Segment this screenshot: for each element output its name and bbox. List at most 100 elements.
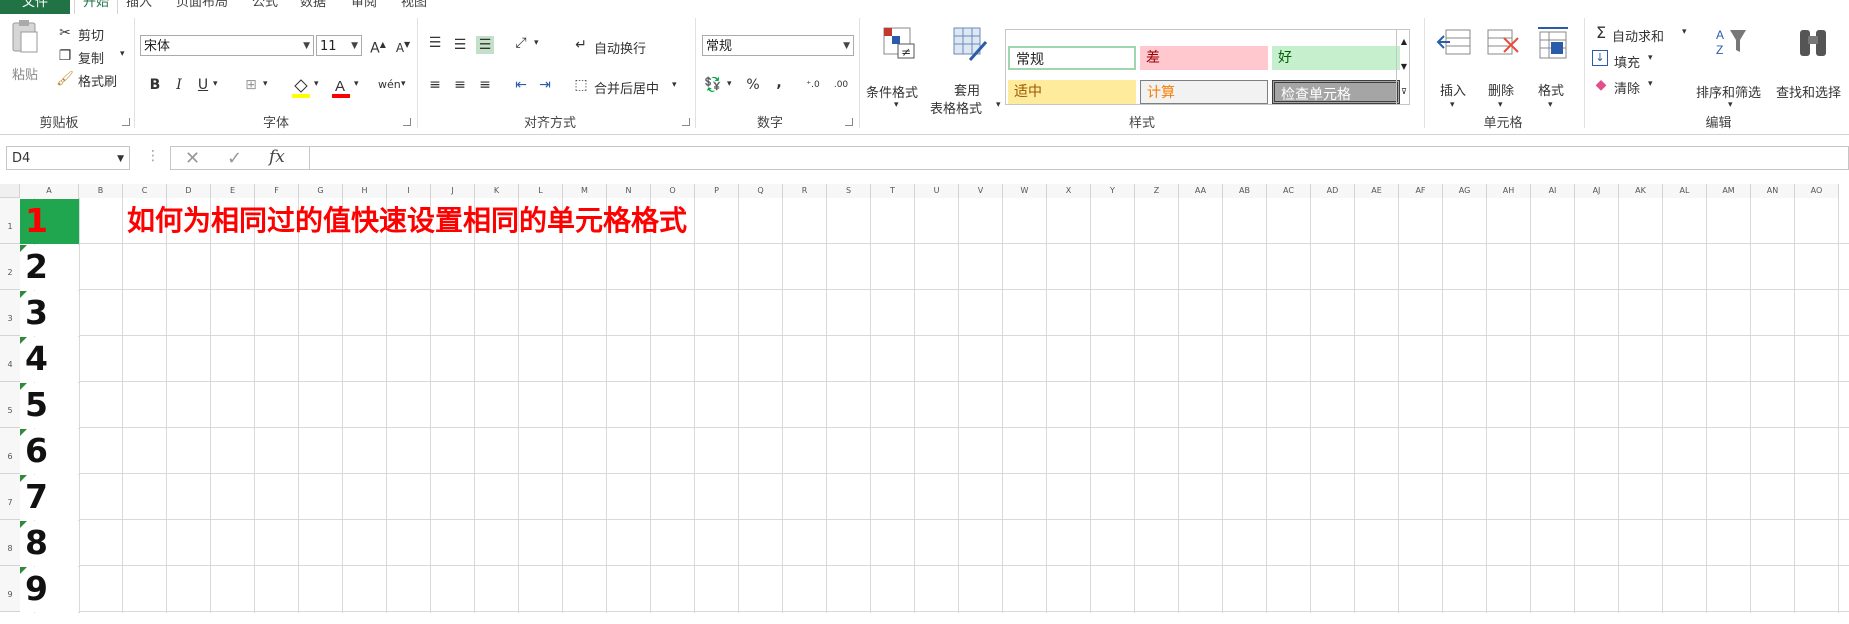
cell-a8[interactable]: 8 bbox=[20, 521, 79, 566]
tab-data[interactable]: 数据 bbox=[292, 0, 334, 14]
row-header-5[interactable]: 5 bbox=[0, 382, 20, 428]
insert-cells-button[interactable]: 插入 ▾ bbox=[1432, 26, 1476, 110]
column-header-ao[interactable]: AO bbox=[1795, 184, 1839, 198]
alignment-launcher-icon[interactable] bbox=[682, 118, 690, 126]
font-size-combo[interactable]: 11 ▼ bbox=[316, 35, 362, 56]
fill-color-icon[interactable] bbox=[290, 76, 312, 98]
column-header-p[interactable]: P bbox=[695, 184, 739, 198]
name-box[interactable]: D4 ▼ bbox=[6, 146, 130, 170]
tab-formulas[interactable]: 公式 bbox=[244, 0, 286, 14]
orientation-icon[interactable]: ⤢ bbox=[512, 34, 530, 52]
insert-function-button[interactable]: fx bbox=[269, 147, 285, 167]
column-header-v[interactable]: V bbox=[959, 184, 1003, 198]
chevron-down-icon[interactable]: ▾ bbox=[401, 79, 406, 89]
copy-button[interactable]: ❐ 复制 ▾ bbox=[56, 47, 126, 67]
column-header-d[interactable]: D bbox=[167, 184, 211, 198]
column-header-al[interactable]: AL bbox=[1663, 184, 1707, 198]
column-header-q[interactable]: Q bbox=[739, 184, 783, 198]
cell-a2[interactable]: 2 bbox=[20, 245, 79, 290]
align-left-icon[interactable]: ≡ bbox=[426, 76, 444, 94]
cell-a1[interactable]: 1 bbox=[20, 199, 79, 244]
formula-input[interactable] bbox=[310, 146, 1849, 170]
grow-font-icon[interactable]: A▲ bbox=[369, 36, 387, 57]
scroll-down-icon[interactable]: ▼ bbox=[1397, 54, 1411, 79]
row-header-1[interactable]: 1 bbox=[0, 198, 20, 244]
column-header-c[interactable]: C bbox=[123, 184, 167, 198]
increase-decimal-icon[interactable]: ⁺.0 bbox=[804, 76, 822, 94]
cancel-icon[interactable]: ✕ bbox=[185, 148, 200, 169]
row-header-3[interactable]: 3 bbox=[0, 290, 20, 336]
fill-button[interactable]: ↓ 填充 ▾ bbox=[1592, 50, 1662, 71]
chevron-down-icon[interactable]: ▾ bbox=[263, 79, 268, 89]
column-header-w[interactable]: W bbox=[1003, 184, 1047, 198]
underline-button[interactable]: U bbox=[194, 76, 212, 94]
column-header-s[interactable]: S bbox=[827, 184, 871, 198]
wrap-text-button[interactable]: ↵ 自动换行 bbox=[572, 36, 672, 57]
format-as-table-button[interactable]: 套用 表格格式 ▾ bbox=[930, 26, 1004, 117]
style-bad[interactable]: 差 bbox=[1140, 46, 1268, 70]
select-all-corner[interactable] bbox=[0, 184, 20, 198]
shrink-font-icon[interactable]: A▼ bbox=[394, 36, 412, 55]
column-header-aa[interactable]: AA bbox=[1179, 184, 1223, 198]
autosum-button[interactable]: Σ 自动求和 ▾ bbox=[1592, 24, 1692, 46]
comma-button[interactable]: , bbox=[770, 74, 788, 92]
tab-file[interactable]: 文件 bbox=[0, 0, 70, 14]
column-header-aj[interactable]: AJ bbox=[1575, 184, 1619, 198]
border-icon[interactable]: ⊞ bbox=[242, 76, 260, 94]
phonetic-icon[interactable]: wén bbox=[378, 76, 401, 94]
italic-button[interactable]: I bbox=[170, 76, 188, 94]
column-header-b[interactable]: B bbox=[79, 184, 123, 198]
row-header-7[interactable]: 7 bbox=[0, 474, 20, 520]
style-normal[interactable]: 常规 bbox=[1008, 46, 1136, 70]
chevron-down-icon[interactable]: ▾ bbox=[354, 79, 359, 89]
column-header-f[interactable]: F bbox=[255, 184, 299, 198]
cut-button[interactable]: ✂ 剪切 bbox=[56, 24, 116, 44]
style-check-cell[interactable]: 检查单元格 bbox=[1272, 80, 1400, 104]
enter-icon[interactable]: ✓ bbox=[227, 148, 242, 169]
more-styles-icon[interactable]: ⊽ bbox=[1397, 79, 1411, 104]
column-header-ah[interactable]: AH bbox=[1487, 184, 1531, 198]
chevron-down-icon[interactable]: ▼ bbox=[117, 147, 124, 171]
cell-a3[interactable]: 3 bbox=[20, 291, 79, 336]
sort-filter-button[interactable]: A Z 排序和筛选 ▾ bbox=[1694, 26, 1772, 110]
column-header-n[interactable]: N bbox=[607, 184, 651, 198]
align-bottom-icon[interactable]: ☰ bbox=[476, 36, 494, 54]
column-header-m[interactable]: M bbox=[563, 184, 607, 198]
tab-home[interactable]: 开始 bbox=[74, 0, 119, 14]
column-header-o[interactable]: O bbox=[651, 184, 695, 198]
align-right-icon[interactable]: ≡ bbox=[476, 76, 494, 94]
column-header-ad[interactable]: AD bbox=[1311, 184, 1355, 198]
increase-indent-icon[interactable]: ⇥ bbox=[536, 76, 554, 94]
bold-button[interactable]: B bbox=[146, 76, 164, 94]
column-header-z[interactable]: Z bbox=[1135, 184, 1179, 198]
conditional-format-button[interactable]: ≠ 条件格式 ▾ bbox=[864, 26, 930, 110]
chevron-down-icon[interactable]: ▾ bbox=[314, 79, 319, 89]
find-select-button[interactable]: 查找和选择 bbox=[1776, 26, 1849, 106]
column-header-a[interactable]: A bbox=[20, 184, 79, 198]
align-middle-icon[interactable]: ☰ bbox=[451, 36, 469, 54]
chevron-down-icon[interactable]: ▾ bbox=[534, 38, 539, 48]
format-cells-button[interactable]: 格式 ▾ bbox=[1530, 26, 1574, 110]
number-launcher-icon[interactable] bbox=[845, 118, 853, 126]
paste-button[interactable]: 粘贴 bbox=[6, 20, 42, 90]
clipboard-launcher-icon[interactable] bbox=[122, 118, 130, 126]
clear-button[interactable]: ◆ 清除 ▾ bbox=[1592, 76, 1662, 97]
format-painter-button[interactable]: 🖌 格式刷 bbox=[56, 70, 128, 90]
delete-cells-button[interactable]: 删除 ▾ bbox=[1480, 26, 1524, 110]
style-neutral[interactable]: 适中 bbox=[1008, 80, 1136, 104]
row-header-8[interactable]: 8 bbox=[0, 520, 20, 566]
font-name-combo[interactable]: 宋体 ▼ bbox=[140, 35, 314, 56]
column-header-y[interactable]: Y bbox=[1091, 184, 1135, 198]
cell-a6[interactable]: 6 bbox=[20, 429, 79, 474]
style-calculation[interactable]: 计算 bbox=[1140, 80, 1268, 104]
column-header-ai[interactable]: AI bbox=[1531, 184, 1575, 198]
cell-a5[interactable]: 5 bbox=[20, 383, 79, 428]
column-header-g[interactable]: G bbox=[299, 184, 343, 198]
row-header-4[interactable]: 4 bbox=[0, 336, 20, 382]
title-cell[interactable]: 如何为相同过的值快速设置相同的单元格格式 bbox=[127, 198, 687, 244]
column-header-ac[interactable]: AC bbox=[1267, 184, 1311, 198]
column-header-e[interactable]: E bbox=[211, 184, 255, 198]
column-header-x[interactable]: X bbox=[1047, 184, 1091, 198]
chevron-down-icon[interactable]: ▾ bbox=[213, 79, 218, 89]
percent-button[interactable]: % bbox=[744, 76, 762, 94]
